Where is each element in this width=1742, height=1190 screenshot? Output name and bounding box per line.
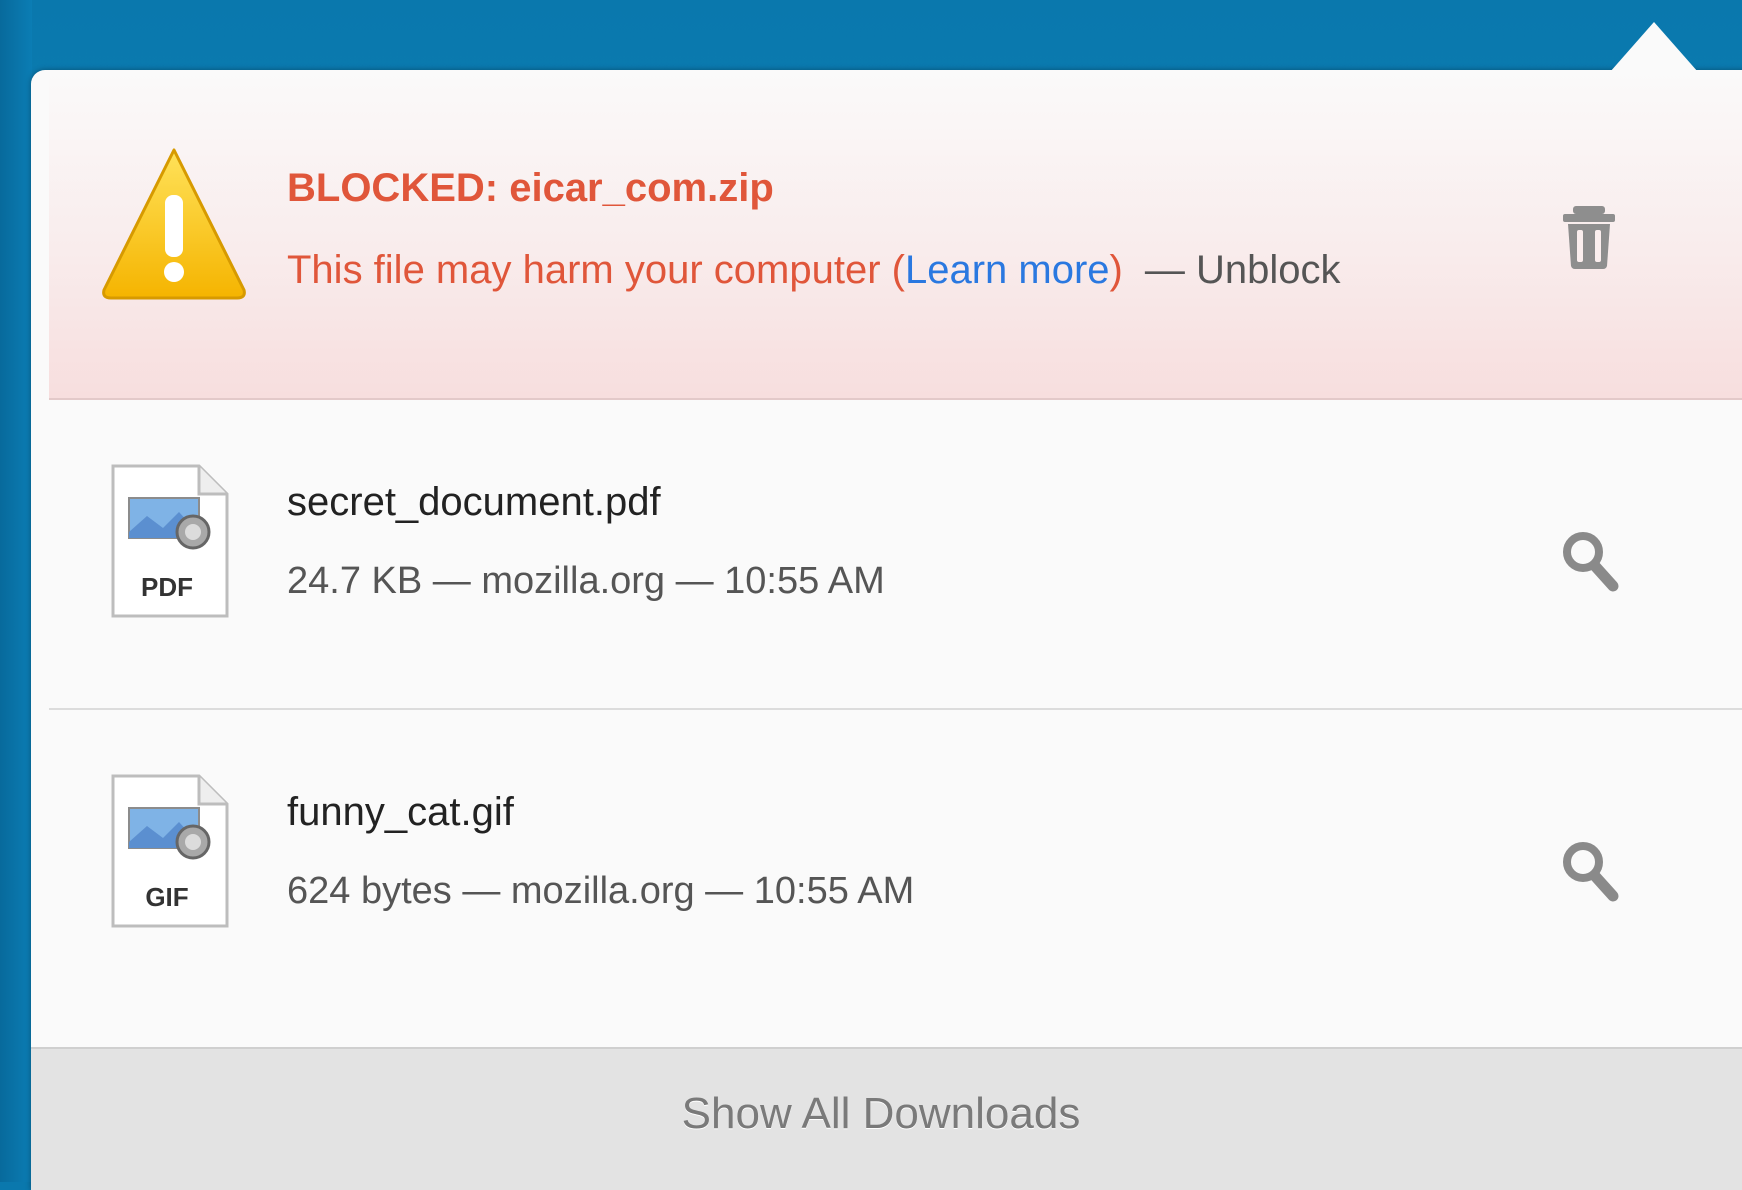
show-all-downloads-button[interactable]: Show All Downloads [31,1047,1742,1190]
download-title: BLOCKED: eicar_com.zip [287,166,774,210]
download-item-pdf[interactable]: PDF secret_document.pdf 24.7 KB — mozill… [49,400,1742,710]
download-warning-message: This file may harm your computer (Learn … [287,248,1340,293]
download-item-blocked[interactable]: BLOCKED: eicar_com.zip This file may har… [49,70,1742,400]
warning-text: This file may harm your computer ( [287,248,905,292]
download-title: secret_document.pdf [287,480,661,524]
unblock-link[interactable]: — Unblock [1145,248,1341,292]
download-title: funny_cat.gif [287,790,514,834]
download-item-gif[interactable]: GIF funny_cat.gif 624 bytes — mozilla.or… [49,710,1742,1015]
gif-file-icon: GIF [111,774,229,928]
magnifier-icon[interactable] [1559,528,1619,594]
learn-more-link[interactable]: Learn more [905,248,1110,292]
file-type-label: GIF [145,882,188,912]
file-type-label: PDF [141,572,193,602]
warning-icon [102,148,246,300]
desktop-background [0,0,32,1182]
panel-arrow [1610,22,1698,72]
show-all-downloads-label: Show All Downloads [681,1089,1081,1138]
pdf-file-icon: PDF [111,464,229,618]
download-details: 624 bytes — mozilla.org — 10:55 AM [287,870,915,912]
magnifier-icon[interactable] [1559,838,1619,904]
trash-icon[interactable] [1559,204,1619,270]
downloads-panel: BLOCKED: eicar_com.zip This file may har… [31,70,1742,1190]
download-details: 24.7 KB — mozilla.org — 10:55 AM [287,560,885,602]
warning-text-close: ) [1109,248,1123,292]
